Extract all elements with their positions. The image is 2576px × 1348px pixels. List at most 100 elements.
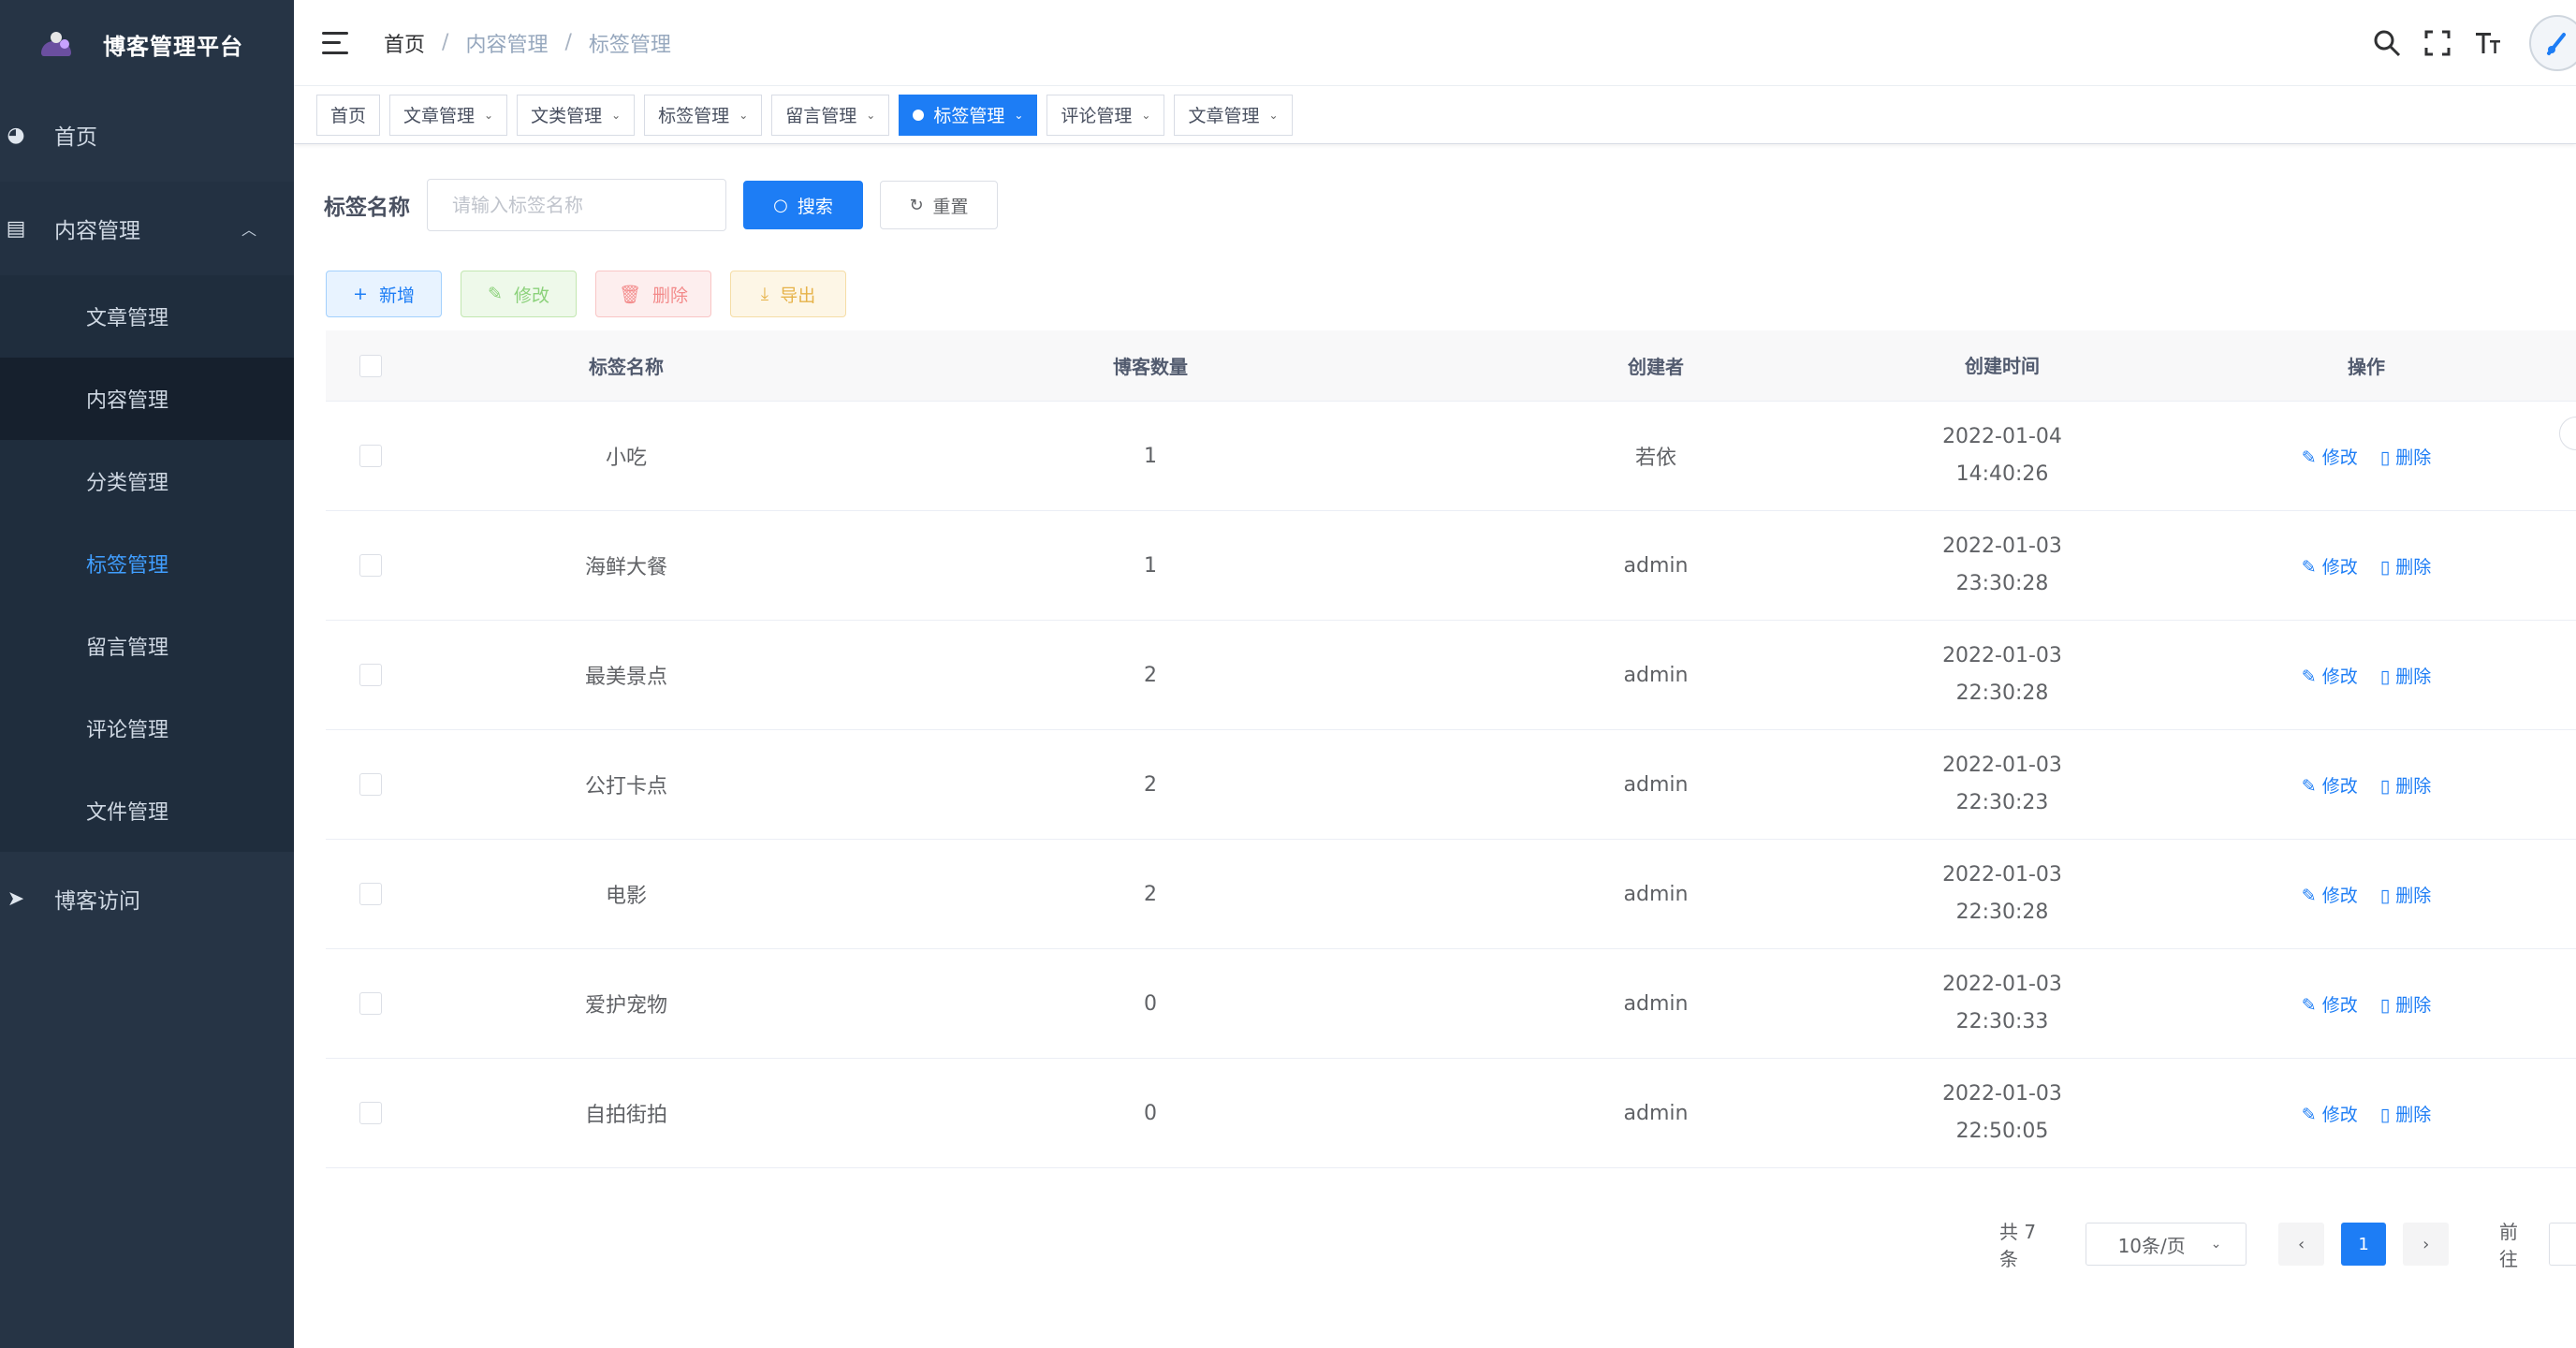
add-button[interactable]: + 新增 xyxy=(326,271,442,317)
row-checkbox[interactable] xyxy=(359,992,382,1015)
row-edit-link[interactable]: ✎ 修改 xyxy=(2302,1101,2358,1126)
export-button[interactable]: ⤓ 导出 xyxy=(730,271,846,317)
tags-view-item-home[interactable]: 首页 xyxy=(316,94,381,136)
row-delete-label: 删除 xyxy=(2395,666,2432,687)
search-button[interactable]: ○ 搜索 xyxy=(743,181,863,229)
cell-creator: admin xyxy=(1623,553,1689,578)
tags-view-item[interactable]: 文章管理 ⌄ xyxy=(1174,94,1293,136)
created-date: 2022-01-03 xyxy=(1942,535,2062,558)
row-delete-link[interactable]: ▯ 删除 xyxy=(2380,1101,2432,1126)
cell-tag-name: 电影 xyxy=(605,885,647,908)
goto-page-input[interactable] xyxy=(2548,1223,2576,1266)
reset-button-label: 重置 xyxy=(932,196,969,217)
hamburger-icon[interactable] xyxy=(322,31,348,54)
fullscreen-icon[interactable] xyxy=(2419,24,2456,62)
created-clock: 14:40:26 xyxy=(1955,462,2049,486)
sidebar-item-label: 内容管理 xyxy=(54,219,140,243)
next-page-button[interactable]: › xyxy=(2403,1223,2449,1266)
column-header-creator[interactable]: 创建者 xyxy=(1464,352,1848,379)
row-delete-link[interactable]: ▯ 删除 xyxy=(2380,444,2432,469)
sidebar-item-content[interactable]: 内容管理 xyxy=(0,358,294,440)
row-edit-link[interactable]: ✎ 修改 xyxy=(2302,444,2358,469)
edit-button[interactable]: ✎ 修改 xyxy=(461,271,577,317)
row-checkbox[interactable] xyxy=(359,773,382,796)
trash-icon: 🗑 xyxy=(618,284,642,305)
row-checkbox[interactable] xyxy=(359,1102,382,1124)
avatar[interactable] xyxy=(2529,15,2576,71)
chevron-down-icon: ⌄ xyxy=(1014,108,1024,122)
table-row: 自拍街拍 0 admin 2022-01-03 22:50:05 ✎ 修改 ▯ 删除 xyxy=(326,1059,2576,1168)
trash-icon: ▯ xyxy=(2379,994,2396,1016)
tag-label: 文类管理 xyxy=(531,106,603,126)
sidebar-item-label: 博客访问 xyxy=(54,889,140,914)
sidebar-group-content[interactable]: ▤ 内容管理 ︿ xyxy=(0,182,294,275)
table-row: 小吃 1 若依 2022-01-04 14:40:26 ✎ 修改 ▯ 删除 xyxy=(326,402,2576,511)
row-checkbox[interactable] xyxy=(359,445,382,467)
select-all-checkbox[interactable] xyxy=(359,354,382,377)
row-delete-label: 删除 xyxy=(2395,1104,2432,1125)
column-header-count[interactable]: 博客数量 xyxy=(837,352,1464,379)
page-size-select[interactable]: 10条/页 ⌄ xyxy=(2085,1223,2247,1266)
tag-label: 评论管理 xyxy=(1061,106,1133,126)
row-edit-label: 修改 xyxy=(2321,885,2358,906)
reset-button[interactable]: ↻ 重置 xyxy=(880,181,998,229)
trash-icon: ▯ xyxy=(2379,775,2396,797)
cell-blog-count: 2 xyxy=(1144,772,1157,797)
logo-icon xyxy=(37,28,75,60)
created-clock: 22:50:05 xyxy=(1955,1120,2049,1143)
tags-view-item[interactable]: 标签管理 ⌄ xyxy=(644,94,763,136)
row-edit-link[interactable]: ✎ 修改 xyxy=(2302,991,2358,1017)
created-clock: 22:30:28 xyxy=(1955,901,2049,924)
table-body: 小吃 1 若依 2022-01-04 14:40:26 ✎ 修改 ▯ 删除 海鲜大餐 1 admi… xyxy=(326,402,2576,1168)
tags-view-item[interactable]: 评论管理 ⌄ xyxy=(1046,94,1165,136)
font-size-icon[interactable] xyxy=(2469,24,2507,62)
sidebar-item-article[interactable]: 文章管理 xyxy=(0,275,294,358)
cell-creator: admin xyxy=(1623,1101,1689,1125)
sidebar-logo[interactable]: 博客管理平台 xyxy=(0,0,294,88)
plus-icon: + xyxy=(353,284,368,304)
row-edit-link[interactable]: ✎ 修改 xyxy=(2302,772,2358,798)
sidebar-item-comments[interactable]: 评论管理 xyxy=(0,687,294,769)
row-edit-link[interactable]: ✎ 修改 xyxy=(2302,663,2358,688)
tags-view-item[interactable]: 留言管理 ⌄ xyxy=(771,94,890,136)
sidebar-item-category[interactable]: 分类管理 xyxy=(0,440,294,522)
delete-button[interactable]: 🗑 删除 xyxy=(595,271,711,317)
row-delete-label: 删除 xyxy=(2395,775,2432,797)
breadcrumb-home[interactable]: 首页 xyxy=(384,28,425,58)
search-icon[interactable] xyxy=(2368,24,2406,62)
row-delete-link[interactable]: ▯ 删除 xyxy=(2380,553,2432,579)
search-label: 标签名称 xyxy=(324,196,410,220)
row-edit-link[interactable]: ✎ 修改 xyxy=(2302,882,2358,907)
prev-page-button[interactable]: ‹ xyxy=(2278,1223,2324,1266)
page-number-current[interactable]: 1 xyxy=(2340,1223,2387,1266)
sidebar-item-home[interactable]: ◕ 首页 xyxy=(0,88,294,182)
row-delete-link[interactable]: ▯ 删除 xyxy=(2380,663,2432,688)
sidebar-item-blog-visit[interactable]: ➤ 博客访问 xyxy=(0,852,294,945)
created-date: 2022-01-03 xyxy=(1942,973,2062,996)
export-button-label: 导出 xyxy=(780,285,816,306)
cell-created-time: 2022-01-03 23:30:28 xyxy=(1848,528,2157,603)
row-checkbox[interactable] xyxy=(359,554,382,577)
sidebar-item-messages[interactable]: 留言管理 xyxy=(0,605,294,687)
chevron-down-icon: ⌄ xyxy=(1141,108,1151,122)
row-delete-link[interactable]: ▯ 删除 xyxy=(2380,991,2432,1017)
tags-view-item[interactable]: 文类管理 ⌄ xyxy=(517,94,636,136)
document-icon: ▤ xyxy=(6,216,26,241)
row-edit-label: 修改 xyxy=(2321,1104,2358,1125)
row-checkbox[interactable] xyxy=(359,883,382,905)
row-delete-link[interactable]: ▯ 删除 xyxy=(2380,882,2432,907)
column-header-name[interactable]: 标签名称 xyxy=(416,352,837,379)
sidebar-item-tags[interactable]: 标签管理 xyxy=(0,522,294,605)
tags-view-item-active[interactable]: 标签管理 ⌄ xyxy=(899,94,1038,136)
row-checkbox[interactable] xyxy=(359,664,382,686)
row-edit-link[interactable]: ✎ 修改 xyxy=(2302,553,2358,579)
trash-icon: ▯ xyxy=(2379,1104,2396,1125)
sidebar-item-files[interactable]: 文件管理 xyxy=(0,769,294,852)
cell-actions: ✎ 修改 ▯ 删除 xyxy=(2157,1101,2576,1126)
created-date: 2022-01-03 xyxy=(1942,1082,2062,1106)
column-header-created-time[interactable]: 创建时间 xyxy=(1848,347,2157,385)
row-delete-link[interactable]: ▯ 删除 xyxy=(2380,772,2432,798)
tag-name-input[interactable] xyxy=(427,179,726,231)
tags-view-item[interactable]: 文章管理 ⌄ xyxy=(389,94,508,136)
cell-creator: 若依 xyxy=(1634,447,1676,470)
